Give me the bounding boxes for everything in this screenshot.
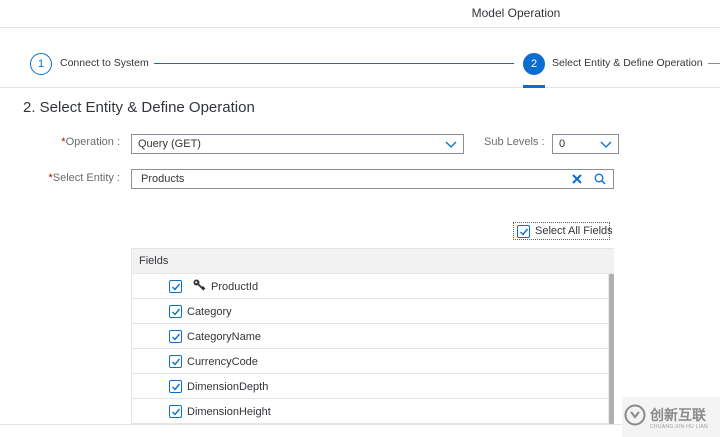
checkbox[interactable] — [517, 225, 530, 238]
row-checkbox[interactable] — [169, 280, 182, 293]
wizard-step-1-number[interactable]: 1 — [30, 53, 52, 75]
row-checkbox[interactable] — [169, 355, 182, 368]
table-row[interactable]: DimensionDepth — [132, 374, 608, 399]
field-name: DimensionDepth — [187, 381, 269, 393]
active-step-indicator — [523, 85, 545, 88]
wizard-progress: 1 Connect to System 2 Select Entity & De… — [0, 28, 720, 88]
entity-search-input[interactable]: Products — [131, 169, 614, 189]
sub-levels-select[interactable]: 0 — [552, 134, 619, 154]
divider — [0, 424, 720, 425]
checkmark-icon — [172, 383, 181, 391]
chevron-down-icon[interactable] — [445, 137, 457, 151]
column-header-fields: Fields — [139, 255, 169, 267]
field-name: Category — [187, 306, 232, 318]
watermark-subtext: CHUANG XIN HU LIAN — [650, 424, 708, 430]
operation-value: Query (GET) — [138, 138, 201, 150]
chevron-down-icon[interactable] — [600, 137, 612, 151]
table-scrollbar[interactable] — [608, 274, 614, 424]
row-checkbox[interactable] — [169, 305, 182, 318]
table-row[interactable]: DimensionHeight — [132, 399, 608, 424]
search-icon[interactable] — [593, 172, 607, 186]
checkmark-icon — [172, 333, 181, 341]
checkmark-icon — [172, 283, 181, 291]
checkmark-icon — [172, 408, 181, 416]
operation-select[interactable]: Query (GET) — [131, 134, 464, 154]
checkmark-icon — [172, 308, 181, 316]
watermark-logo-icon — [624, 404, 646, 426]
field-name: DimensionHeight — [187, 406, 271, 418]
fields-table: Fields ProductId Category CategoryName C… — [131, 248, 614, 424]
table-row[interactable]: CategoryName — [132, 324, 608, 349]
table-row[interactable]: Category — [132, 299, 608, 324]
wizard-step-1-label[interactable]: Connect to System — [60, 57, 149, 69]
field-name: ProductId — [211, 281, 259, 293]
wizard-connector — [154, 63, 514, 64]
clear-icon[interactable] — [570, 172, 584, 186]
row-checkbox[interactable] — [169, 380, 182, 393]
scrollbar-thumb[interactable] — [609, 274, 614, 424]
wizard-step-2-number[interactable]: 2 — [523, 53, 545, 75]
wizard-connector-tail — [708, 63, 720, 64]
sub-levels-value: 0 — [559, 138, 566, 150]
select-all-checkbox[interactable]: Select All Fields — [513, 222, 613, 240]
page-title: Model Operation — [471, 6, 561, 20]
entity-value: Products — [141, 173, 185, 185]
wizard-step-2-label[interactable]: Select Entity & Define Operation — [552, 57, 703, 69]
watermark-text: 创新互联 — [650, 407, 706, 423]
table-row[interactable]: ProductId — [132, 274, 608, 299]
select-all-label: Select All Fields — [535, 225, 613, 237]
sub-levels-label: Sub Levels : — [484, 136, 545, 148]
section-title: 2. Select Entity & Define Operation — [23, 99, 255, 116]
checkmark-icon — [520, 228, 529, 236]
key-icon — [193, 279, 206, 291]
watermark: 创新互联 CHUANG XIN HU LIAN — [622, 397, 720, 437]
field-name: CategoryName — [187, 331, 261, 343]
entity-label: *Select Entity : — [48, 172, 120, 184]
checkmark-icon — [172, 358, 181, 366]
row-checkbox[interactable] — [169, 405, 182, 418]
table-header: Fields — [132, 248, 614, 274]
operation-label: *Operation : — [61, 136, 120, 148]
table-row[interactable]: CurrencyCode — [132, 349, 608, 374]
app-header: Model Operation — [0, 0, 720, 28]
row-checkbox[interactable] — [169, 330, 182, 343]
field-name: CurrencyCode — [187, 356, 258, 368]
